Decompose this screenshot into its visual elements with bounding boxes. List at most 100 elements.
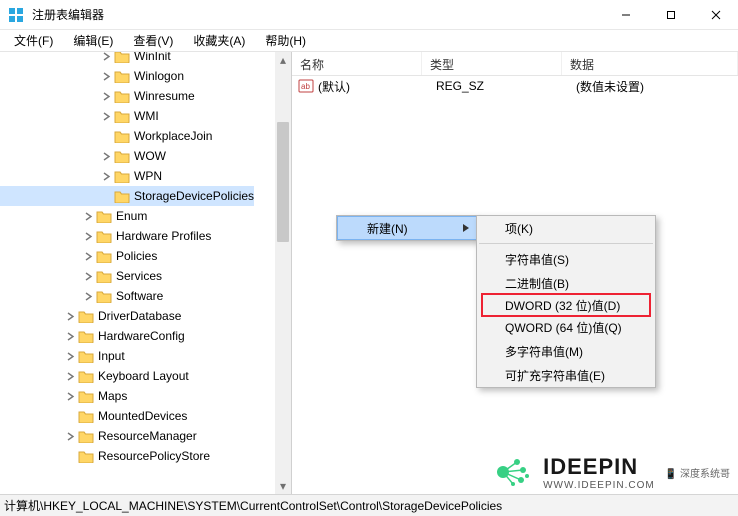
context-menu: 新建(N): [336, 215, 478, 241]
folder-icon: [78, 309, 94, 323]
menu-edit[interactable]: 编辑(E): [63, 30, 123, 51]
tree-item[interactable]: Enum: [0, 206, 254, 226]
tree-item[interactable]: Maps: [0, 386, 254, 406]
menu-view[interactable]: 查看(V): [123, 30, 183, 51]
tree-item[interactable]: ResourceManager: [0, 426, 254, 446]
expander-closed-icon[interactable]: [62, 432, 78, 441]
tree-item[interactable]: MountedDevices: [0, 406, 254, 426]
folder-icon: [78, 389, 94, 403]
expander-closed-icon[interactable]: [80, 232, 96, 241]
tree-item[interactable]: WPN: [0, 166, 254, 186]
expander-closed-icon[interactable]: [62, 372, 78, 381]
tree-item-label: Keyboard Layout: [98, 369, 189, 383]
tree-item[interactable]: Keyboard Layout: [0, 366, 254, 386]
tree-item[interactable]: DriverDatabase: [0, 306, 254, 326]
tree-item-label: Winlogon: [134, 69, 184, 83]
expander-closed-icon[interactable]: [62, 352, 78, 361]
tree-item[interactable]: Winlogon: [0, 66, 254, 86]
expander-closed-icon[interactable]: [62, 392, 78, 401]
list-row[interactable]: ab (默认) REG_SZ (数值未设置): [292, 76, 738, 96]
context-submenu-new: 项(K) 字符串值(S) 二进制值(B) DWORD (32 位)值(D) QW…: [476, 215, 656, 388]
submenu-multi[interactable]: 多字符串值(M): [477, 339, 655, 363]
value-type: REG_SZ: [436, 79, 576, 93]
column-data[interactable]: 数据: [562, 52, 738, 75]
tree-item[interactable]: ResourcePolicyStore: [0, 446, 254, 466]
expander-closed-icon[interactable]: [80, 272, 96, 281]
folder-icon: [78, 409, 94, 423]
menu-file[interactable]: 文件(F): [4, 30, 63, 51]
submenu-arrow-icon: [463, 224, 469, 232]
folder-icon: [78, 329, 94, 343]
expander-closed-icon[interactable]: [98, 172, 114, 181]
tree-pane: WinInit Winlogon WinresumeWMI WorkplaceJoin…: [0, 52, 292, 494]
tree-item-label: WorkplaceJoin: [134, 129, 212, 143]
column-name[interactable]: 名称: [292, 52, 422, 75]
status-bar: 计算机\HKEY_LOCAL_MACHINE\SYSTEM\CurrentCon…: [0, 494, 738, 516]
submenu-binary[interactable]: 二进制值(B): [477, 271, 655, 295]
folder-icon: [114, 189, 130, 203]
expander-closed-icon[interactable]: [80, 252, 96, 261]
tree-item-label: WPN: [134, 169, 162, 183]
folder-icon: [96, 209, 112, 223]
expander-closed-icon[interactable]: [62, 312, 78, 321]
column-type[interactable]: 类型: [422, 52, 562, 75]
folder-icon: [114, 52, 130, 63]
tree-item[interactable]: WOW: [0, 146, 254, 166]
scroll-up-icon[interactable]: ▴: [275, 52, 291, 68]
list-header: 名称 类型 数据: [292, 52, 738, 76]
tree-item[interactable]: Software: [0, 286, 254, 306]
folder-icon: [96, 229, 112, 243]
tree-item-label: MountedDevices: [98, 409, 187, 423]
tree-item[interactable]: WinInit: [0, 52, 254, 66]
folder-icon: [78, 449, 94, 463]
expander-closed-icon[interactable]: [98, 52, 114, 61]
maximize-button[interactable]: [648, 0, 693, 29]
expander-closed-icon[interactable]: [80, 212, 96, 221]
regedit-icon: [8, 7, 24, 23]
tree-item[interactable]: HardwareConfig: [0, 326, 254, 346]
scroll-down-icon[interactable]: ▾: [275, 478, 291, 494]
tree-item[interactable]: Winresume: [0, 86, 254, 106]
submenu-string[interactable]: 字符串值(S): [477, 247, 655, 271]
tree-scrollbar[interactable]: ▴ ▾: [275, 52, 291, 494]
tree-item[interactable]: Policies: [0, 246, 254, 266]
expander-closed-icon[interactable]: [98, 72, 114, 81]
tree-item[interactable]: Services: [0, 266, 254, 286]
tree-item-label: ResourceManager: [98, 429, 197, 443]
tree-item-label: DriverDatabase: [98, 309, 181, 323]
value-name: (默认): [318, 78, 436, 95]
expander-closed-icon[interactable]: [98, 112, 114, 121]
context-new[interactable]: 新建(N): [337, 216, 477, 240]
menu-help[interactable]: 帮助(H): [255, 30, 316, 51]
tree-item[interactable]: WorkplaceJoin: [0, 126, 254, 146]
folder-icon: [96, 269, 112, 283]
tree-item[interactable]: Input: [0, 346, 254, 366]
submenu-key[interactable]: 项(K): [477, 216, 655, 240]
context-new-label: 新建(N): [367, 220, 408, 237]
expander-closed-icon[interactable]: [98, 152, 114, 161]
close-button[interactable]: [693, 0, 738, 29]
window-controls: [603, 0, 738, 29]
minimize-button[interactable]: [603, 0, 648, 29]
expander-closed-icon[interactable]: [62, 332, 78, 341]
scroll-thumb[interactable]: [277, 122, 289, 242]
submenu-qword[interactable]: QWORD (64 位)值(Q): [477, 315, 655, 339]
expander-closed-icon[interactable]: [98, 92, 114, 101]
tree-item-label: ResourcePolicyStore: [98, 449, 210, 463]
folder-icon: [96, 289, 112, 303]
folder-icon: [114, 89, 130, 103]
tree-item[interactable]: Hardware Profiles: [0, 226, 254, 246]
expander-closed-icon[interactable]: [80, 292, 96, 301]
folder-icon: [78, 349, 94, 363]
tree-item[interactable]: WMI: [0, 106, 254, 126]
submenu-expand[interactable]: 可扩充字符串值(E): [477, 363, 655, 387]
submenu-dword[interactable]: DWORD (32 位)值(D): [481, 293, 651, 317]
tree-item-label: Hardware Profiles: [116, 229, 211, 243]
tree-item-label: WinInit: [134, 52, 171, 63]
tree-item[interactable]: StorageDevicePolicies: [0, 186, 254, 206]
tree-item-label: Services: [116, 269, 162, 283]
menu-favorites[interactable]: 收藏夹(A): [183, 30, 255, 51]
tree-item-label: Enum: [116, 209, 147, 223]
folder-icon: [96, 249, 112, 263]
folder-icon: [114, 129, 130, 143]
